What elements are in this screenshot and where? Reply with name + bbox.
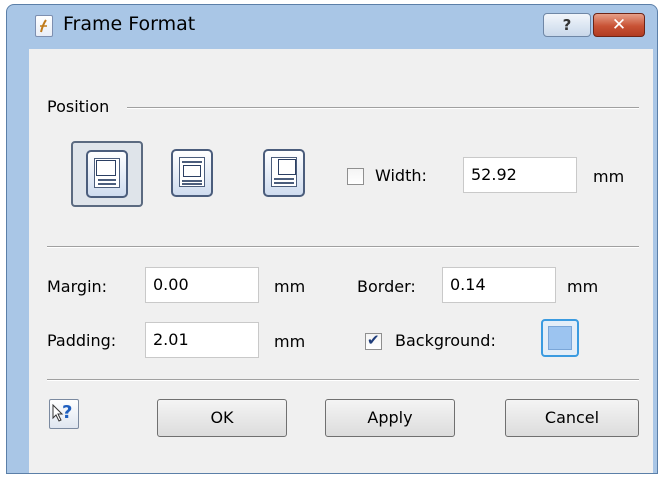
position-left-button[interactable]	[71, 141, 143, 207]
background-color-button[interactable]	[541, 319, 579, 357]
position-separator	[127, 107, 639, 108]
margin-input[interactable]: 0.00	[145, 267, 259, 303]
dialog-body: Position Width: 52.92 mm Margin: 0.00 mm…	[29, 49, 653, 473]
position-center-button[interactable]	[169, 147, 215, 199]
close-button[interactable]: ✕	[593, 13, 645, 37]
border-input[interactable]: 0.14	[442, 267, 556, 303]
margin-label: Margin:	[47, 277, 108, 296]
position-group-label: Position	[47, 97, 110, 116]
frame-format-window: Frame Format ? ✕ Position Width: 52.92 m…	[6, 4, 658, 474]
middle-separator	[47, 246, 639, 247]
padding-label: Padding:	[47, 331, 117, 350]
apply-button[interactable]: Apply	[325, 399, 455, 437]
padding-input[interactable]: 2.01	[145, 322, 259, 358]
border-unit: mm	[567, 277, 599, 296]
width-label: Width:	[375, 166, 427, 185]
context-help-button[interactable]: ?	[49, 399, 79, 429]
cancel-button[interactable]: Cancel	[505, 399, 639, 437]
frame-right-icon	[263, 149, 305, 197]
bottom-separator	[47, 379, 639, 380]
width-checkbox[interactable]	[347, 168, 364, 185]
app-icon	[35, 15, 53, 37]
window-title: Frame Format	[63, 13, 196, 35]
width-input[interactable]: 52.92	[463, 157, 577, 193]
margin-unit: mm	[274, 277, 306, 296]
ok-button[interactable]: OK	[157, 399, 287, 437]
frame-left-icon	[86, 150, 128, 198]
position-right-button[interactable]	[261, 147, 307, 199]
frame-center-icon	[171, 149, 213, 197]
background-label: Background:	[395, 331, 496, 350]
background-checkbox[interactable]	[365, 331, 382, 350]
border-label: Border:	[357, 277, 416, 296]
title-bar[interactable]: Frame Format ? ✕	[7, 5, 657, 41]
padding-unit: mm	[274, 332, 306, 351]
background-color-swatch	[548, 326, 572, 350]
width-unit: mm	[593, 167, 625, 186]
titlebar-help-button[interactable]: ?	[543, 13, 591, 37]
